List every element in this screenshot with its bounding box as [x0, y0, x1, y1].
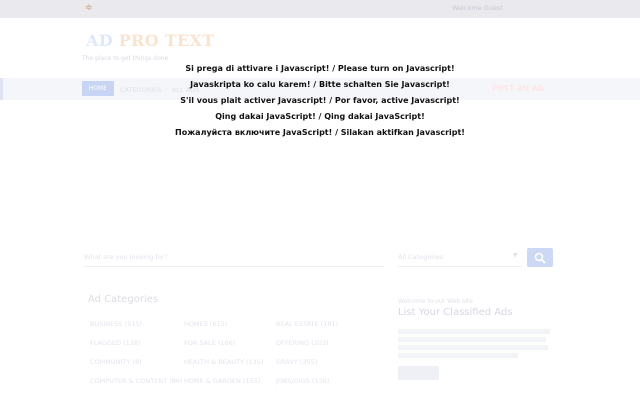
promo-text-line [398, 337, 546, 342]
category-link[interactable]: GRAVY (355) [276, 358, 317, 366]
category-link[interactable]: FLAGGED (128) [90, 339, 141, 347]
promo-text-line [398, 353, 518, 358]
promo-button[interactable] [398, 366, 439, 380]
categories-title: Ad Categories [88, 294, 159, 305]
category-link[interactable]: HOME & GARDEN (155) [184, 377, 260, 385]
promo-welcome: Welcome to our Web site [398, 298, 473, 305]
js-notice-2: Javaskripta ko calu karem! / Bitte schal… [190, 80, 450, 89]
category-link[interactable]: REAL ESTATE (181) [276, 320, 338, 328]
category-link[interactable]: JOBS/GIGS (136) [276, 377, 329, 385]
promo-text-line [398, 329, 550, 334]
js-notice-3: S'il vous plait activer Javascript! / Po… [180, 96, 460, 105]
category-link[interactable]: COMMUNITY (8) [90, 358, 142, 366]
rss-icon[interactable]: ≑ [85, 3, 95, 13]
category-link[interactable]: HOMES (615) [184, 320, 227, 328]
category-select[interactable]: All Categories [398, 248, 522, 267]
js-notice-5: Пожалуйста включите JavaScript! / Silaka… [175, 128, 465, 137]
logo-part-ad: AD [86, 31, 113, 50]
category-link[interactable]: HEALTH & BEAUTY (135) [184, 358, 263, 366]
logo-part-text: PRO TEXT [118, 31, 215, 50]
js-notice-1: Si prega di attivare i Javascript! / Ple… [185, 64, 455, 73]
search-input[interactable]: What are you looking for? [84, 248, 384, 267]
top-bar: ≑ Welcome Guest [0, 0, 640, 18]
site-tagline: The place to get things done [82, 55, 169, 62]
promo-text-line [398, 345, 548, 350]
promo-title: List Your Classified Ads [398, 307, 513, 318]
category-link[interactable]: COMPUTER & CONTENT (86) [90, 377, 183, 385]
site-logo[interactable]: AD PRO TEXT [86, 31, 214, 50]
top-welcome-link[interactable]: Welcome Guest [452, 4, 503, 12]
page: ≑ Welcome Guest AD PRO TEXT The place to… [0, 0, 640, 400]
search-icon [534, 252, 546, 264]
chevron-down-icon: ▼ [513, 252, 518, 259]
search-button[interactable] [527, 248, 553, 267]
category-link[interactable]: OFFERING (203) [276, 339, 329, 347]
category-link[interactable]: FOR SALE (166) [184, 339, 235, 347]
js-notice-4: Qing dakai JavaScript! / Qing dakai Java… [215, 112, 425, 121]
category-link[interactable]: BUSINESS (515) [90, 320, 142, 328]
